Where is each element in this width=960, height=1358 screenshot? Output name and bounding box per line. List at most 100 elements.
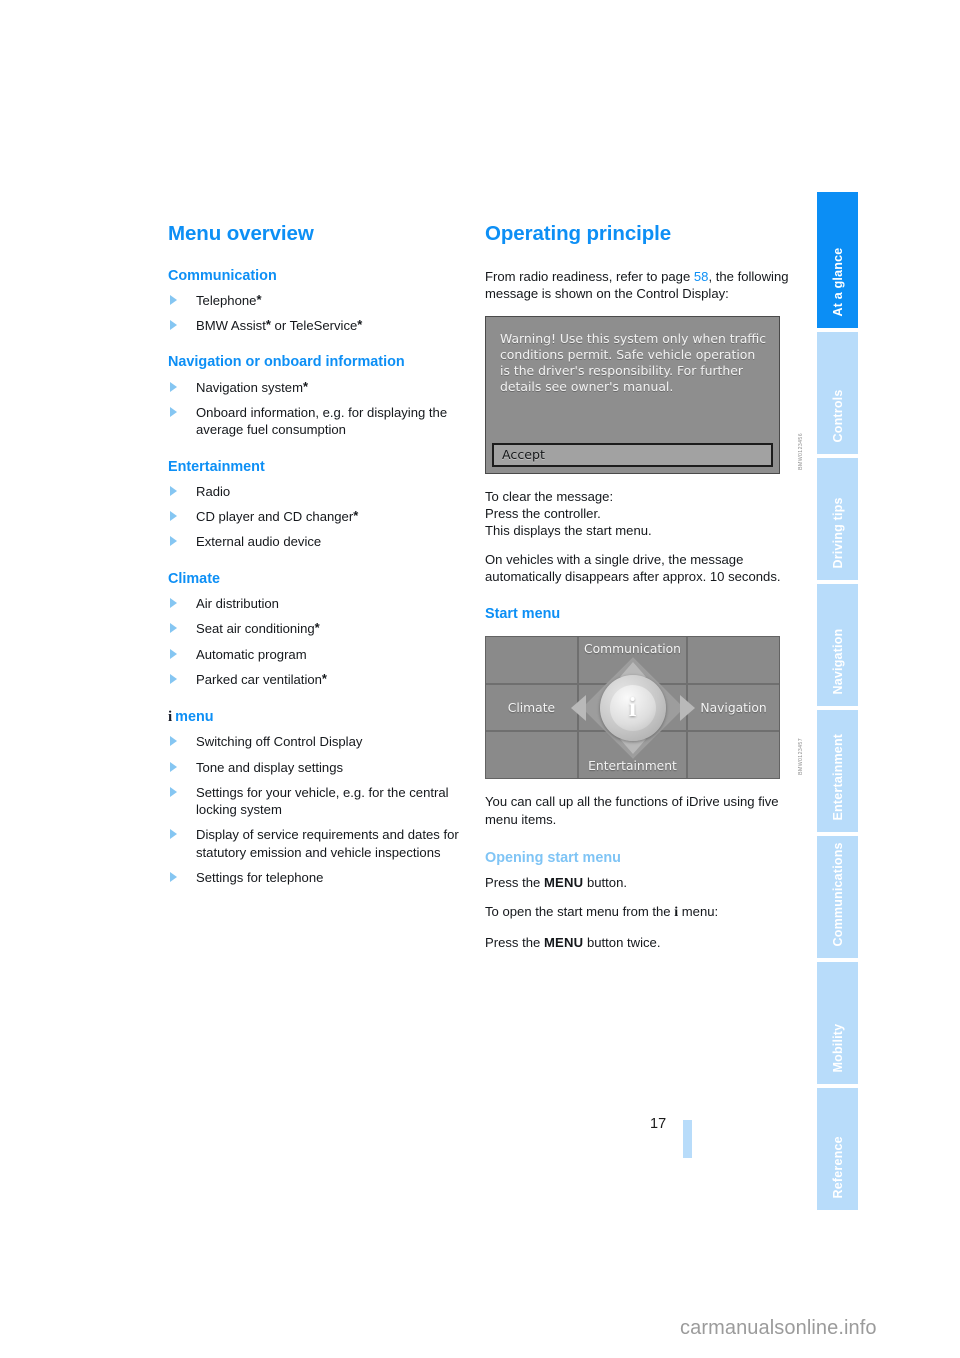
- list-item-text: BMW Assist: [196, 318, 266, 334]
- page-cross-reference-link[interactable]: 58: [694, 269, 709, 284]
- triangle-bullet-icon: [170, 623, 177, 634]
- heading-opening-start-menu: Opening start menu: [485, 850, 621, 867]
- section-tab-strip: At a glance Controls Driving tips Naviga…: [817, 192, 858, 1210]
- page-number: 17: [650, 1116, 667, 1132]
- tab-communications[interactable]: Communications: [817, 836, 858, 958]
- list-item: Navigation system*: [168, 379, 473, 396]
- tab-label: Communications: [830, 841, 845, 946]
- tab-label: Entertainment: [830, 733, 845, 820]
- list-item: Radio: [168, 483, 473, 500]
- triangle-bullet-icon: [170, 406, 177, 417]
- page-title: Menu overview: [168, 222, 314, 245]
- tab-driving-tips[interactable]: Driving tips: [817, 458, 858, 580]
- menu-button-key: MENU: [543, 875, 584, 891]
- clear-line-2: Press the controller.: [485, 505, 601, 521]
- clear-line-3: This displays the start menu.: [485, 523, 652, 539]
- menu-cell-bottom-right: [688, 732, 779, 779]
- tab-label: Reference: [830, 1135, 845, 1198]
- heading-entertainment: Entertainment: [168, 458, 265, 475]
- footnote-star: *: [265, 317, 271, 333]
- footnote-star: *: [321, 670, 327, 686]
- triangle-bullet-icon: [170, 536, 177, 547]
- heading-climate: Climate: [168, 570, 220, 587]
- intro-text-before: From radio readiness, refer to page: [485, 268, 694, 284]
- idrive-start-menu-screen: Communication Climate Navigation Enterta…: [485, 636, 780, 780]
- tab-navigation[interactable]: Navigation: [817, 584, 858, 706]
- list-communication: Telephone* BMW Assist* or TeleService*: [168, 292, 473, 335]
- list-item-text: Settings for your vehicle, e.g. for the …: [196, 784, 449, 818]
- opening-step-3: Press the MENU button twice.: [485, 934, 790, 951]
- footnote-star: *: [302, 378, 309, 394]
- tab-controls[interactable]: Controls: [817, 332, 858, 454]
- opening-step-2-before: To open the start menu from the: [485, 903, 675, 919]
- control-display-screen: Warning! Use this system only when traff…: [485, 315, 780, 474]
- list-item: Tone and display settings: [168, 759, 473, 776]
- tab-at-a-glance[interactable]: At a glance: [817, 192, 858, 328]
- tab-label: Driving tips: [830, 496, 845, 568]
- tab-mobility[interactable]: Mobility: [817, 962, 858, 1084]
- list-item-text: Radio: [196, 483, 231, 499]
- triangle-bullet-icon: [170, 736, 177, 747]
- list-item-text: Switching off Control Display: [196, 734, 363, 750]
- opening-step-3-before: Press the: [485, 934, 544, 950]
- triangle-bullet-icon: [170, 511, 177, 522]
- opening-step-2-after: menu:: [678, 903, 719, 919]
- clear-message-instructions: To clear the message: Press the controll…: [485, 488, 790, 540]
- figure-control-display-warning: Warning! Use this system only when traff…: [485, 315, 804, 474]
- triangle-bullet-icon: [170, 829, 177, 840]
- list-item: BMW Assist* or TeleService*: [168, 317, 473, 334]
- list-item: Telephone*: [168, 292, 473, 309]
- list-item-text: Telephone: [196, 292, 257, 308]
- left-column: Menu overview Communication Telephone* B…: [168, 222, 473, 894]
- list-item: Settings for telephone: [168, 869, 473, 886]
- tab-label: Mobility: [830, 1023, 845, 1072]
- section-title-operating-principle: Operating principle: [485, 222, 672, 245]
- tab-label: Controls: [830, 389, 845, 442]
- tab-reference[interactable]: Reference: [817, 1088, 858, 1210]
- list-item-text: Navigation system: [196, 379, 303, 395]
- menu-cell-navigation[interactable]: Navigation: [688, 684, 779, 731]
- list-entertainment: Radio CD player and CD changer* External…: [168, 483, 473, 551]
- accept-button-label: Accept: [502, 447, 545, 462]
- menu-cell-entertainment[interactable]: Entertainment: [578, 732, 687, 779]
- menu-cell-communication[interactable]: Communication: [578, 637, 687, 683]
- list-item: Switching off Control Display: [168, 733, 473, 750]
- page-number-bar: [683, 1120, 692, 1158]
- clear-line-1: To clear the message:: [485, 488, 614, 504]
- opening-step-1-after: button.: [583, 875, 627, 891]
- list-item-text: External audio device: [196, 534, 322, 550]
- list-navigation-onboard: Navigation system* Onboard information, …: [168, 379, 473, 439]
- tab-entertainment[interactable]: Entertainment: [817, 710, 858, 832]
- list-i-menu: Switching off Control Display Tone and d…: [168, 733, 473, 886]
- list-climate: Air distribution Seat air conditioning* …: [168, 595, 473, 688]
- info-i-icon: i: [168, 709, 173, 726]
- heading-i-menu-label: menu: [175, 709, 214, 726]
- triangle-bullet-icon: [170, 381, 177, 392]
- figure-reference-code: BMW0123456: [798, 432, 804, 470]
- list-item-text: Automatic program: [196, 646, 307, 662]
- menu-cell-climate[interactable]: Climate: [486, 684, 577, 731]
- list-item: External audio device: [168, 533, 473, 550]
- menu-cell-top-right: [688, 637, 779, 683]
- accept-button[interactable]: Accept: [492, 442, 773, 467]
- triangle-bullet-icon: [170, 673, 177, 684]
- triangle-bullet-icon: [170, 761, 177, 772]
- manual-page: At a glance Controls Driving tips Naviga…: [0, 0, 960, 1358]
- heading-start-menu: Start menu: [485, 605, 561, 622]
- list-item: Seat air conditioning*: [168, 620, 473, 637]
- opening-step-2: To open the start menu from the i menu:: [485, 903, 790, 923]
- list-item: Parked car ventilation*: [168, 671, 473, 688]
- menu-items-note: You can call up all the functions of iDr…: [485, 794, 779, 827]
- watermark: carmanualsonline.info: [680, 1317, 877, 1339]
- heading-i-menu: i menu: [168, 708, 473, 726]
- triangle-bullet-icon: [170, 597, 177, 608]
- list-item-text: Tone and display settings: [196, 759, 344, 775]
- tab-label: At a glance: [830, 247, 845, 316]
- list-item-text: Settings for telephone: [196, 870, 324, 886]
- triangle-bullet-icon: [170, 294, 177, 305]
- heading-navigation-onboard: Navigation or onboard information: [168, 354, 405, 371]
- single-drive-note: On vehicles with a single drive, the mes…: [485, 551, 781, 585]
- right-column: Operating principle From radio readiness…: [485, 222, 804, 962]
- opening-step-3-after: button twice.: [583, 934, 661, 950]
- list-item-text: Air distribution: [196, 595, 279, 611]
